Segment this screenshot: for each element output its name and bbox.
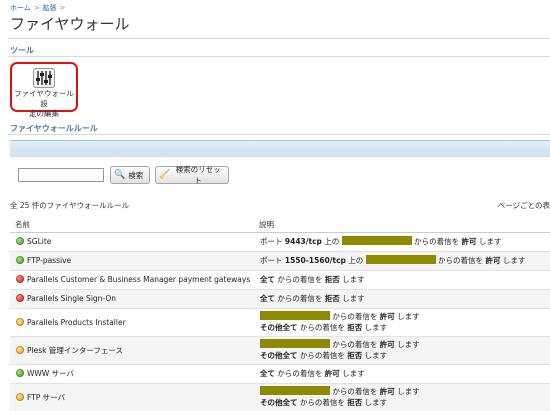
- redacted-address: [260, 386, 330, 395]
- status-partial-icon: [16, 317, 24, 326]
- status-partial-icon: [16, 345, 24, 354]
- search-button-label: 検索: [128, 170, 144, 180]
- column-header-name[interactable]: 名前: [10, 218, 254, 233]
- divider: [8, 56, 550, 57]
- divider: [8, 134, 550, 135]
- magnifier-icon: 🔍: [114, 170, 126, 180]
- rule-description: ポート 9443/tcp 上の からの着信を 許可 します: [254, 232, 550, 252]
- breadcrumb-extensions-link[interactable]: 拡張: [43, 4, 57, 12]
- status-deny-icon: [16, 294, 24, 302]
- status-deny-icon: [16, 275, 24, 283]
- page-title: ファイヤウォール: [10, 15, 130, 33]
- breadcrumb-separator: >: [33, 4, 40, 12]
- rule-name-link[interactable]: Parallels Customer & Business Manager pa…: [27, 275, 250, 284]
- rule-description: 全て からの着信を 拒否 します: [254, 289, 550, 309]
- filter-bar: [10, 140, 550, 157]
- table-row: FTP-passive ポート 1550-1560/tcp 上の からの着信を …: [10, 251, 550, 271]
- redacted-address: [341, 236, 412, 245]
- breadcrumb-home-link[interactable]: ホーム: [10, 4, 31, 12]
- redacted-address: [260, 311, 330, 320]
- rule-description: 全て からの着信を 許可 します: [254, 364, 550, 384]
- tools-heading: ツール: [10, 46, 34, 55]
- rule-description: ポート 1550-1560/tcp 上の からの着信を 許可 します: [254, 251, 550, 271]
- edit-label-line-2: 定の編集: [29, 109, 59, 118]
- reset-button-label: 検索のリセット: [175, 165, 221, 185]
- status-allow-icon: [16, 369, 24, 377]
- per-page-label: ページごとの表: [497, 201, 550, 210]
- sliders-icon: [33, 68, 55, 88]
- table-row: WWW サーバ 全て からの着信を 許可 します: [10, 364, 550, 384]
- rule-name-link[interactable]: Parallels Single Sign-On: [27, 294, 116, 303]
- edit-firewall-settings-button[interactable]: ファイヤウォール 設定の編集: [10, 62, 78, 118]
- redacted-address: [260, 339, 330, 348]
- rule-name-link[interactable]: FTP サーバ: [27, 393, 65, 402]
- table-row: SGLite ポート 9443/tcp 上の からの着信を 許可 します: [10, 232, 550, 252]
- rule-name-link[interactable]: WWW サーバ: [27, 369, 74, 378]
- broom-icon: 🧹: [159, 170, 171, 180]
- status-allow-icon: [16, 256, 24, 264]
- edit-label-line-1: ファイヤウォール 設: [14, 89, 74, 108]
- search-input[interactable]: [18, 168, 104, 182]
- table-row: Parallels Products Installer からの着信を 許可 し…: [10, 308, 550, 337]
- divider: [8, 38, 550, 39]
- status-allow-icon: [16, 237, 24, 245]
- breadcrumb-separator: >: [59, 4, 66, 12]
- status-partial-icon: [16, 392, 24, 401]
- rule-description: 全て からの着信を 拒否 します: [254, 270, 550, 290]
- rule-count: 全 25 件のファイヤウォールルール: [10, 201, 130, 210]
- rule-description: からの着信を 許可 します その他全て からの着信を 拒否 します: [254, 383, 550, 411]
- table-row: Parallels Single Sign-On 全て からの着信を 拒否 しま…: [10, 289, 550, 309]
- table-row: FTP サーバ からの着信を 許可 します その他全て からの着信を 拒否 します: [10, 383, 550, 411]
- breadcrumb: ホーム > 拡張 >: [10, 3, 69, 13]
- rule-name-link[interactable]: Plesk 管理インターフェース: [27, 346, 123, 355]
- firewall-rules-table: 名前 説明 SGLite ポート 9443/tcp 上の からの着信を 許可 し…: [10, 218, 550, 411]
- edit-firewall-settings-label: ファイヤウォール 設定の編集: [12, 89, 76, 119]
- redacted-address: [365, 255, 436, 264]
- reset-search-button[interactable]: 🧹 検索のリセット: [155, 165, 229, 185]
- search-button[interactable]: 🔍 検索: [110, 166, 150, 184]
- table-row: Plesk 管理インターフェース からの着信を 許可 します その他全て からの着…: [10, 336, 550, 365]
- rule-description: からの着信を 許可 します その他全て からの着信を 拒否 します: [254, 336, 550, 365]
- rule-name-link[interactable]: FTP-passive: [27, 256, 71, 265]
- rule-name-link[interactable]: Parallels Products Installer: [27, 318, 126, 327]
- firewall-rules-heading: ファイヤウォールルール: [10, 124, 98, 133]
- table-row: Parallels Customer & Business Manager pa…: [10, 270, 550, 290]
- column-header-description[interactable]: 説明: [254, 218, 550, 233]
- rule-description: からの着信を 許可 します その他全て からの着信を 拒否 します: [254, 308, 550, 337]
- rule-name-link[interactable]: SGLite: [27, 237, 51, 246]
